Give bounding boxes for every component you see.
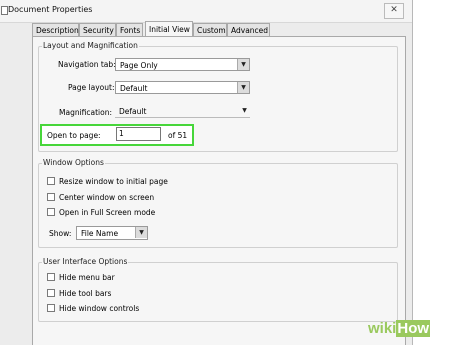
hide-tool-bars-label: Hide tool bars — [59, 289, 112, 298]
title-bar: Document Properties ✕ — [0, 0, 412, 23]
hide-menu-bar-checkbox[interactable] — [47, 273, 55, 281]
open-to-page-input[interactable]: 1 — [116, 127, 161, 141]
tab-fonts[interactable]: Fonts — [116, 23, 143, 36]
watermark-how: How — [396, 320, 431, 337]
page-layout-select[interactable]: Default ▼ — [115, 81, 250, 94]
navigation-tab-label: Navigation tab: — [58, 60, 116, 69]
navigation-tab-value: Page Only — [120, 61, 158, 70]
resize-window-checkbox[interactable] — [47, 177, 55, 185]
tab-advanced[interactable]: Advanced — [227, 23, 270, 36]
magnification-label: Magnification: — [59, 108, 113, 117]
center-window-checkbox[interactable] — [47, 193, 55, 201]
chevron-down-icon: ▼ — [242, 107, 247, 114]
ui-options-title: User Interface Options — [42, 257, 129, 266]
resize-window-label: Resize window to initial page — [59, 177, 168, 186]
magnification-select[interactable]: Default ▼ — [115, 105, 250, 118]
layout-magnification-title: Layout and Magnification — [42, 41, 139, 50]
tab-description[interactable]: Description — [32, 23, 79, 36]
hide-window-controls-checkbox[interactable] — [47, 304, 55, 312]
wikihow-watermark: wikiHow — [368, 320, 431, 337]
tab-security[interactable]: Security — [79, 23, 116, 36]
full-screen-checkbox[interactable] — [47, 208, 55, 216]
open-to-page-label: Open to page: — [47, 131, 101, 140]
page-layout-label: Page layout: — [68, 83, 115, 92]
document-icon — [1, 6, 8, 15]
navigation-tab-select[interactable]: Page Only ▼ — [115, 58, 250, 71]
hide-window-controls-label: Hide window controls — [59, 304, 140, 313]
show-select[interactable]: File Name ▼ — [76, 226, 148, 240]
tab-custom[interactable]: Custom — [193, 23, 227, 36]
magnification-value: Default — [119, 107, 147, 116]
window-options-title: Window Options — [42, 158, 105, 167]
show-label: Show: — [49, 229, 72, 238]
tab-initial-view[interactable]: Initial View — [145, 21, 193, 37]
document-area — [412, 0, 460, 345]
watermark-wiki: wiki — [368, 320, 397, 337]
page-count-label: of 51 — [168, 131, 188, 140]
chevron-down-icon: ▼ — [237, 59, 249, 70]
chevron-down-icon: ▼ — [237, 82, 249, 93]
window-title: Document Properties — [8, 5, 93, 14]
document-properties-dialog: Document Properties ✕ Description Securi… — [0, 0, 413, 345]
chevron-down-icon: ▼ — [135, 227, 147, 238]
close-button[interactable]: ✕ — [384, 3, 404, 19]
hide-tool-bars-checkbox[interactable] — [47, 289, 55, 297]
center-window-label: Center window on screen — [59, 193, 155, 202]
hide-menu-bar-label: Hide menu bar — [59, 273, 115, 282]
full-screen-label: Open in Full Screen mode — [59, 208, 156, 217]
show-value: File Name — [81, 229, 119, 238]
page-layout-value: Default — [120, 84, 148, 93]
